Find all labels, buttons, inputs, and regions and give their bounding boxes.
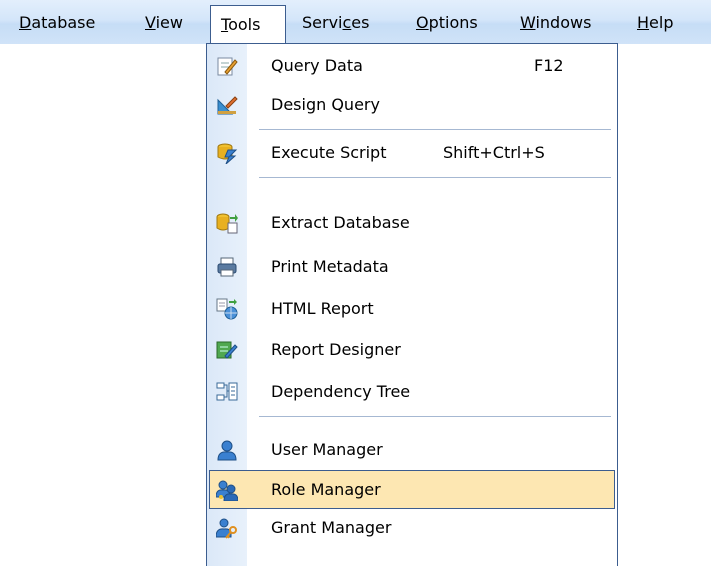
menu-tools[interactable]: Tools	[210, 5, 286, 44]
menu-help[interactable]: Help	[637, 0, 673, 44]
menu-database[interactable]: Database	[19, 0, 95, 44]
menu-item-label: Print Metadata	[271, 257, 389, 276]
execute-script-icon	[217, 143, 238, 164]
menu-item-label: Grant Manager	[271, 518, 392, 537]
role-icon	[216, 480, 238, 501]
html-report-icon	[216, 298, 238, 320]
menu-item-shortcut: F12	[534, 56, 564, 75]
menu-item-role-manager[interactable]: Role Manager	[209, 470, 615, 509]
menu-item-grant-manager[interactable]: Grant Manager	[209, 508, 615, 547]
menu-item-report-designer[interactable]: Report Designer	[209, 330, 615, 369]
menu-item-label: Execute Script	[271, 143, 387, 162]
menu-item-label: Extract Database	[271, 213, 410, 232]
menu-item-design-query[interactable]: Design Query	[209, 85, 615, 124]
menu-item-label: Report Designer	[271, 340, 401, 359]
menu-separator	[259, 416, 611, 417]
menu-separator	[259, 177, 611, 178]
printer-icon	[217, 257, 237, 277]
user-icon	[217, 440, 237, 461]
menu-item-query-data[interactable]: Query Data F12	[209, 46, 615, 85]
menu-item-shortcut: Shift+Ctrl+S	[443, 143, 545, 162]
menu-item-label: Query Data	[271, 56, 363, 75]
menu-item-print-metadata[interactable]: Print Metadata	[209, 247, 615, 286]
menu-item-label: User Manager	[271, 440, 383, 459]
menu-item-user-manager[interactable]: User Manager	[209, 430, 615, 469]
tools-dropdown: Query Data F12 Design Query Execute Scri…	[206, 43, 618, 566]
menu-separator	[259, 129, 611, 130]
menu-item-dependency-tree[interactable]: Dependency Tree	[209, 372, 615, 411]
grant-icon	[216, 518, 237, 539]
menu-item-execute-script[interactable]: Execute Script Shift+Ctrl+S	[209, 133, 615, 172]
design-query-icon	[217, 96, 238, 115]
menu-bar: Database View Tools Services Options Win…	[0, 0, 711, 44]
report-designer-icon	[216, 341, 238, 359]
dependency-tree-icon	[216, 382, 238, 401]
extract-database-icon	[216, 213, 238, 234]
menu-windows[interactable]: Windows	[520, 0, 591, 44]
menu-view[interactable]: View	[145, 0, 183, 44]
menu-item-html-report[interactable]: HTML Report	[209, 289, 615, 328]
query-data-icon	[217, 57, 238, 76]
menu-item-label: HTML Report	[271, 299, 374, 318]
menu-item-label: Role Manager	[271, 480, 381, 499]
menu-options[interactable]: Options	[416, 0, 478, 44]
menu-item-extract-database[interactable]: Extract Database	[209, 203, 615, 242]
menu-item-label: Design Query	[271, 95, 380, 114]
menu-services[interactable]: Services	[302, 0, 369, 44]
menu-item-label: Dependency Tree	[271, 382, 411, 401]
